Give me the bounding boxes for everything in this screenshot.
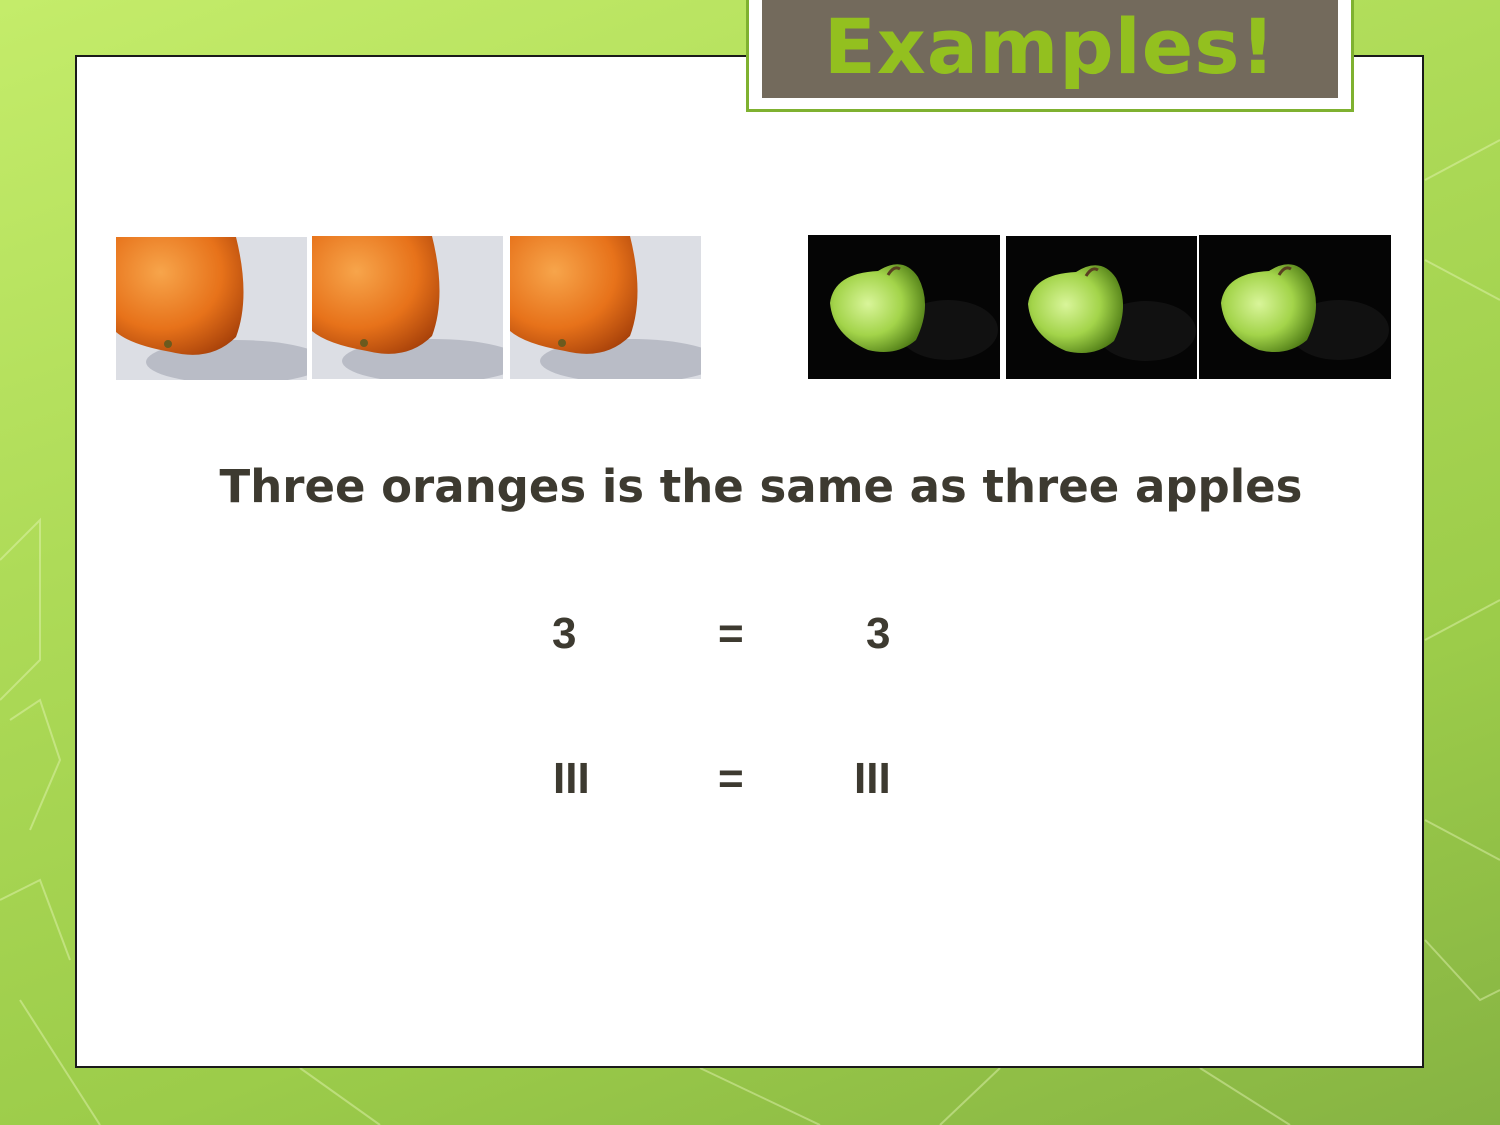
equation-right-roman: III <box>854 754 891 803</box>
apple-image <box>1006 236 1197 379</box>
equation-left-roman: III <box>553 754 590 803</box>
orange-image <box>312 236 503 379</box>
slide-caption: Three oranges is the same as three apple… <box>219 460 1303 513</box>
equals-sign: = <box>718 754 744 803</box>
orange-image <box>510 236 701 379</box>
equation-left-arabic: 3 <box>552 609 577 658</box>
title-box: Examples! <box>762 0 1338 98</box>
orange-image <box>116 237 307 380</box>
apple-image <box>808 235 1000 379</box>
slide-content-area <box>75 55 1424 1068</box>
equation-right-arabic: 3 <box>866 609 891 658</box>
apple-image <box>1199 235 1391 379</box>
slide-title: Examples! <box>823 1 1277 91</box>
equals-sign: = <box>718 609 744 658</box>
